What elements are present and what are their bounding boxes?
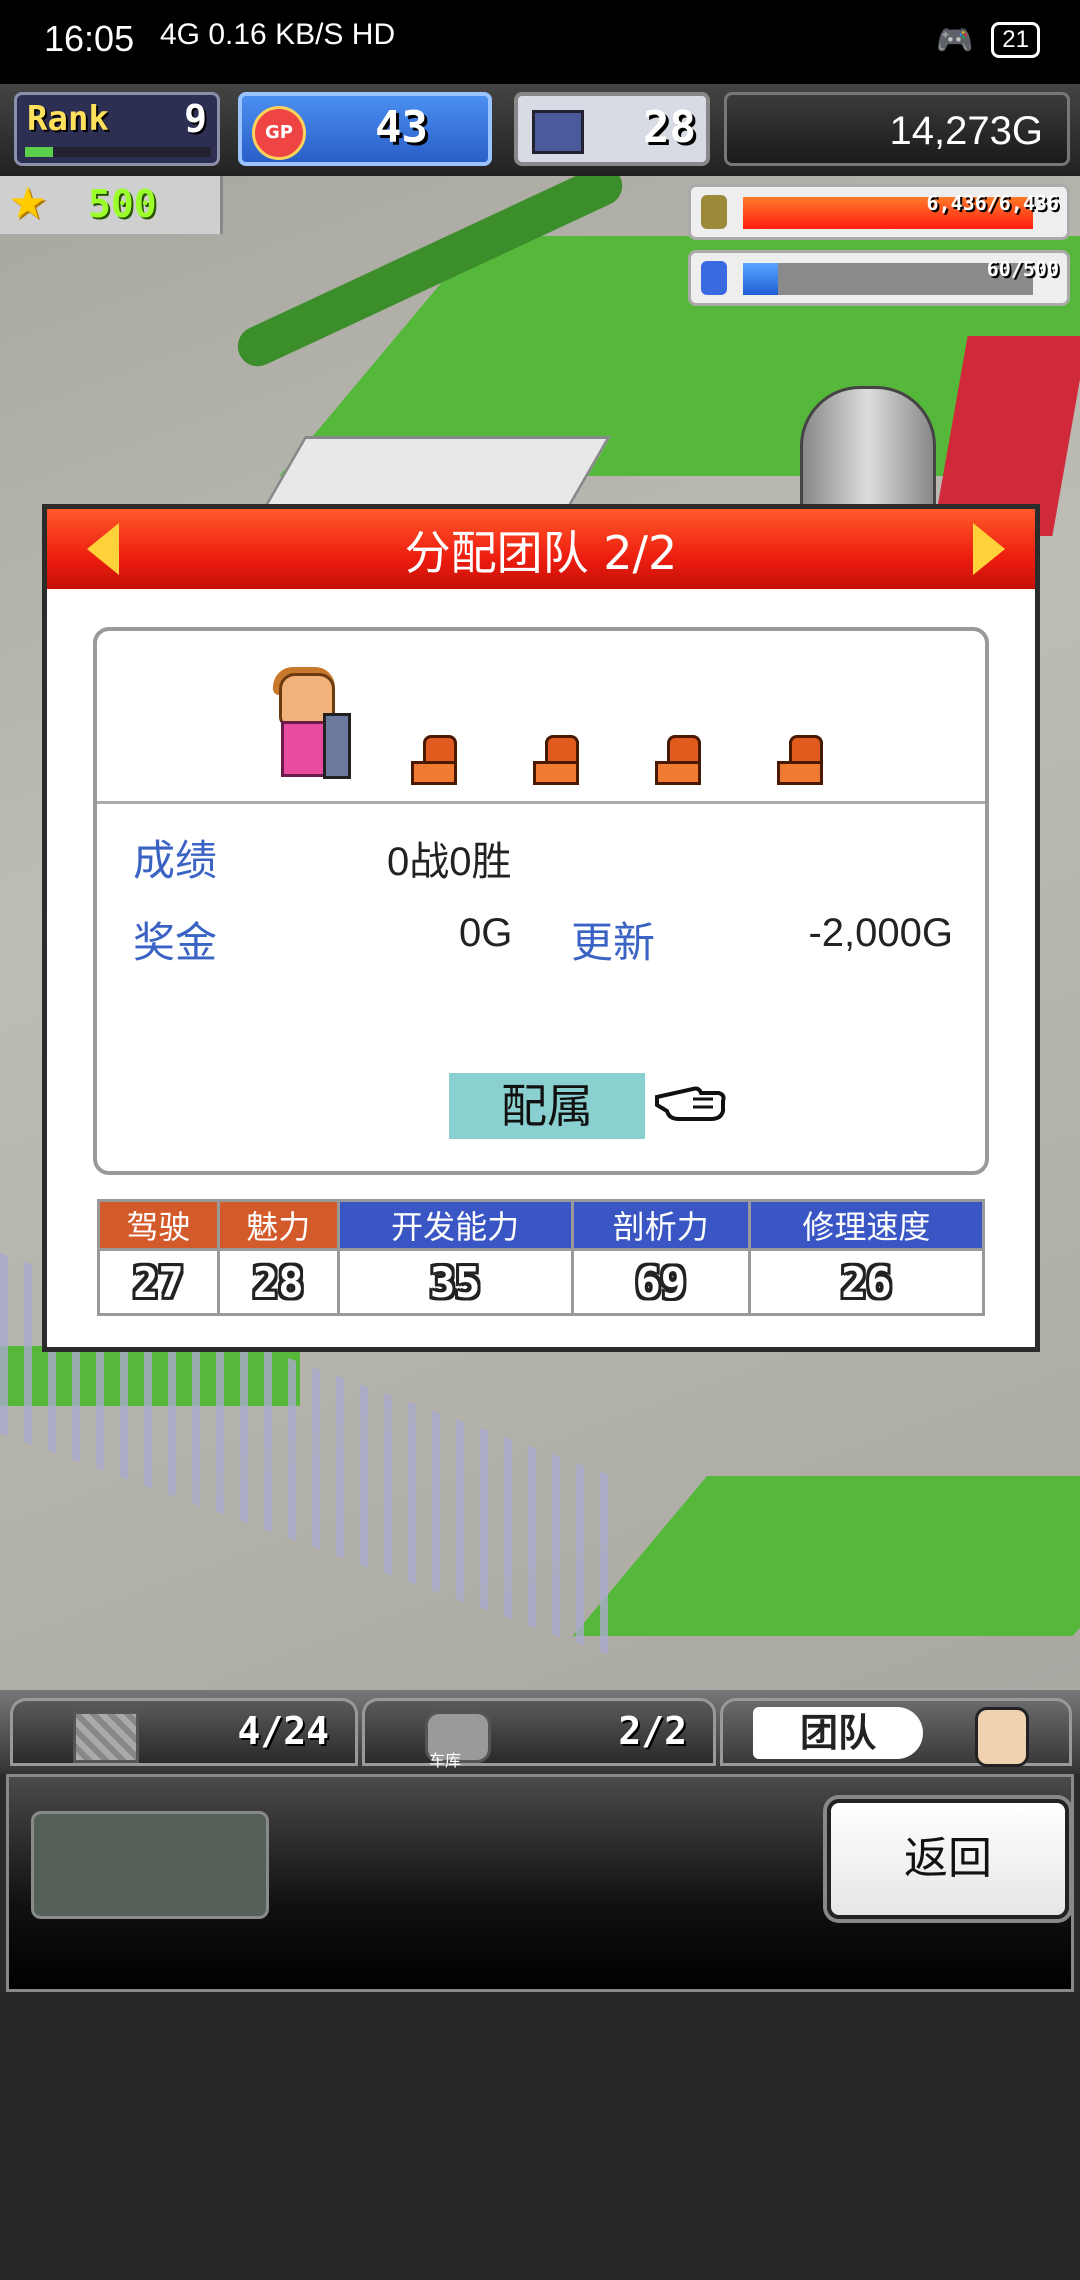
parts-meter: 60/500 (688, 250, 1070, 306)
team-seats (97, 631, 985, 804)
empty-seat-icon[interactable] (533, 735, 579, 785)
prize-label: 奖金 (133, 918, 218, 967)
star-value: 500 (88, 182, 157, 226)
gp-panel[interactable]: GP 43 (238, 92, 492, 166)
assign-team-dialog: 分配团队 2/2 成绩 0战0胜 奖金 0G 更新 -2,000G 配属 驾驶 … (42, 504, 1040, 1352)
dialog-header: 分配团队 2/2 (47, 509, 1035, 589)
stat-label: 魅力 (216, 1199, 340, 1251)
parts-fill (743, 263, 778, 295)
rank-panel: Rank 9 (14, 92, 220, 166)
stats-value-row: 27 28 35 69 26 (97, 1248, 986, 1316)
parts-bottle-icon (701, 261, 727, 295)
money-value: 14,273G (889, 109, 1043, 153)
parts-value: 60/500 (986, 257, 1059, 281)
record-label: 成绩 (133, 836, 218, 885)
storage-count: 4/24 (237, 1709, 329, 1753)
grass-area (572, 1476, 1080, 1636)
garage-sub-label: 车库 (429, 1751, 462, 1770)
team-card: 成绩 0战0胜 奖金 0G 更新 -2,000G 配属 (93, 627, 989, 1175)
crate-icon (73, 1711, 139, 1763)
status-bar: 16:05 4G 0.16 KB/S HD 🎮 21 (0, 0, 1080, 84)
fuel-value: 6,436/6,436 (926, 191, 1059, 215)
rank-label: Rank (27, 99, 109, 139)
bottom-panel: 返回 (6, 1774, 1074, 1992)
network-status: 4G 0.16 KB/S HD (160, 18, 396, 51)
research-panel[interactable]: 28 (514, 92, 710, 166)
fuel-barrel-icon (701, 195, 727, 229)
assign-button[interactable]: 配属 (449, 1073, 645, 1139)
next-arrow-icon[interactable] (973, 523, 1005, 575)
lower-empty-area (0, 1992, 1080, 2280)
stat-value: 26 (747, 1248, 986, 1316)
stat-value: 28 (216, 1248, 340, 1316)
star-icon: ★ (8, 178, 48, 229)
stat-label: 剖析力 (570, 1199, 751, 1251)
prize-value: 0G (459, 911, 513, 955)
empty-seat-icon[interactable] (411, 735, 457, 785)
record-value: 0战0胜 (387, 840, 512, 884)
tab-garage[interactable]: 车库 2/2 (362, 1698, 716, 1770)
empty-seat-icon[interactable] (655, 735, 701, 785)
stat-value: 27 (97, 1248, 220, 1316)
status-time: 16:05 (44, 18, 135, 59)
person-icon (975, 1707, 1029, 1767)
rank-progress-bar (25, 147, 211, 157)
money-panel: 14,273G (724, 92, 1070, 166)
rank-value: 9 (184, 97, 207, 141)
team-tab-label: 团队 (753, 1707, 923, 1759)
gamepad-icon: 🎮 (935, 22, 974, 58)
stat-value: 35 (336, 1248, 574, 1316)
computer-icon (532, 110, 584, 154)
renew-label: 更新 (571, 918, 656, 967)
gp-coin-icon: GP (252, 106, 306, 160)
status-right-icons: 🎮 21 (936, 22, 1040, 58)
garage-count: 2/2 (618, 1709, 687, 1753)
stats-table: 驾驶 魅力 开发能力 剖析力 修理速度 27 28 35 69 26 (97, 1199, 986, 1316)
pointing-hand-icon (655, 1086, 726, 1121)
star-counter: ★ 500 (0, 176, 223, 234)
empty-seat-icon[interactable] (777, 735, 823, 785)
stat-label: 修理速度 (747, 1199, 986, 1251)
fuel-meter: 6,436/6,436 (688, 184, 1070, 240)
stat-value: 69 (570, 1248, 751, 1316)
battery-icon: 21 (991, 22, 1040, 58)
research-value: 28 (643, 102, 696, 153)
tab-team[interactable]: 团队 (720, 1698, 1072, 1767)
dialog-title: 分配团队 2/2 (404, 526, 678, 580)
top-hud: Rank 9 GP 43 28 14,273G (0, 84, 1080, 176)
driver-avatar[interactable] (267, 667, 351, 779)
stat-label: 开发能力 (336, 1199, 574, 1251)
tab-storage[interactable]: 4/24 (10, 1698, 358, 1766)
bottom-tab-bar: 4/24 车库 2/2 团队 (0, 1690, 1080, 1774)
gp-value: 43 (375, 102, 428, 153)
renew-value: -2,000G (808, 911, 953, 955)
stats-header-row: 驾驶 魅力 开发能力 剖析力 修理速度 (97, 1199, 986, 1251)
empty-slot (31, 1811, 269, 1919)
back-button[interactable]: 返回 (827, 1799, 1069, 1919)
stat-label: 驾驶 (97, 1199, 220, 1251)
